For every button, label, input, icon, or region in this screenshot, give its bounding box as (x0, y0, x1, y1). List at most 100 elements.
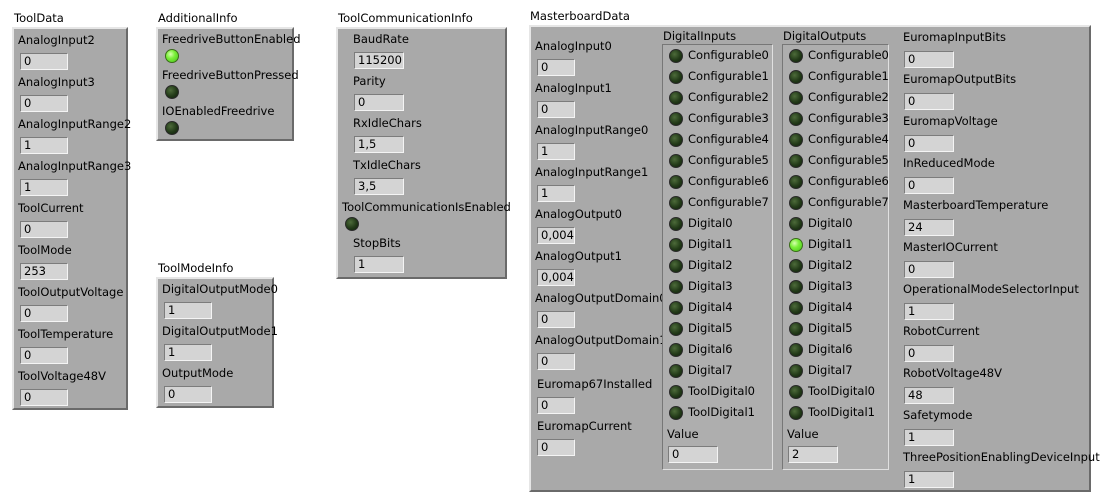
digital-output-configurable2-label: Configurable2 (808, 90, 889, 104)
digital-input-configurable7-led[interactable] (669, 196, 683, 210)
digital-input-configurable6-led[interactable] (669, 175, 683, 189)
analog-input1-field[interactable]: 0 (537, 101, 575, 118)
masterboard-temperature-label: MasterboardTemperature (903, 198, 1049, 212)
analog-input0-field[interactable]: 0 (537, 59, 575, 76)
analog-output1-label: AnalogOutput1 (535, 249, 622, 263)
digital-output-mode0-label: DigitalOutputMode0 (162, 282, 278, 296)
analog-input-range0-field[interactable]: 1 (537, 143, 575, 160)
tool-current-field[interactable]: 0 (20, 221, 68, 238)
euromap67-installed-field[interactable]: 0 (537, 397, 575, 414)
masterboard-temperature-field[interactable]: 24 (904, 219, 954, 236)
analog-output1-field[interactable]: 0,004 (537, 269, 575, 286)
digital-output-digital7-label: Digital7 (808, 363, 853, 377)
digital-input-digital2-led[interactable] (669, 259, 683, 273)
analog-input3-field[interactable]: 0 (20, 95, 68, 112)
digital-output-configurable0-led[interactable] (789, 49, 803, 63)
digital-output-configurable3-led[interactable] (789, 112, 803, 126)
tool-output-voltage-field[interactable]: 0 (20, 305, 68, 322)
euromap-current-field[interactable]: 0 (537, 439, 575, 456)
tool-mode-field[interactable]: 253 (20, 263, 68, 280)
digital-output-configurable4-led[interactable] (789, 133, 803, 147)
freedrive-button-pressed-led[interactable] (165, 85, 179, 99)
analog-input2-field[interactable]: 0 (20, 53, 68, 70)
digital-input-digital5-led[interactable] (669, 322, 683, 336)
analog-output-domain1-field[interactable]: 0 (537, 353, 575, 370)
tool-voltage48-v-field[interactable]: 0 (20, 389, 68, 406)
digital-input-digital2-label: Digital2 (688, 258, 733, 272)
digital-output-digital7-led[interactable] (789, 364, 803, 378)
digital-input-configurable2-led[interactable] (669, 91, 683, 105)
analog-input-range2-field[interactable]: 1 (20, 137, 68, 154)
baud-rate-field[interactable]: 115200 (354, 52, 404, 69)
io-enabled-freedrive-label: IOEnabledFreedrive (162, 104, 275, 118)
master-io-current-field[interactable]: 0 (904, 261, 954, 278)
analog-output-domain0-field[interactable]: 0 (537, 311, 575, 328)
digital-output-configurable2-led[interactable] (789, 91, 803, 105)
euromap-voltage-field[interactable]: 0 (904, 135, 954, 152)
tool-temperature-field[interactable]: 0 (20, 347, 68, 364)
analog-output0-field[interactable]: 0,004 (537, 227, 575, 244)
analog-output-domain0-label: AnalogOutputDomain0 (535, 291, 667, 305)
tool-temperature-label: ToolTemperature (18, 327, 114, 341)
analog-input-range3-field[interactable]: 1 (20, 179, 68, 196)
parity-field[interactable]: 0 (354, 94, 404, 111)
digital-input-configurable3-led[interactable] (669, 112, 683, 126)
digital-input-configurable5-led[interactable] (669, 154, 683, 168)
digital-input-digital3-led[interactable] (669, 280, 683, 294)
digital-output-tool-digital0-label: ToolDigital0 (808, 384, 875, 398)
operational-mode-selector-input-field[interactable]: 1 (904, 303, 954, 320)
euromap-current-label: EuromapCurrent (537, 419, 632, 433)
rx-idle-chars-field[interactable]: 1,5 (354, 136, 404, 153)
digital-output-digital2-led[interactable] (789, 259, 803, 273)
analog-input-range1-field[interactable]: 1 (537, 185, 575, 202)
digital-outputs-title: DigitalOutputs (783, 29, 867, 43)
robot-current-field[interactable]: 0 (904, 345, 954, 362)
digital-input-digital4-led[interactable] (669, 301, 683, 315)
digital-output-configurable5-label: Configurable5 (808, 153, 889, 167)
digital-input-configurable1-led[interactable] (669, 70, 683, 84)
digital-input-digital6-led[interactable] (669, 343, 683, 357)
digital-input-digital0-led[interactable] (669, 217, 683, 231)
digital-outputs-value-field[interactable]: 2 (788, 446, 838, 463)
digital-input-tool-digital1-led[interactable] (669, 406, 683, 420)
digital-output-digital6-led[interactable] (789, 343, 803, 357)
output-mode-field[interactable]: 0 (164, 386, 212, 403)
digital-input-tool-digital0-led[interactable] (669, 385, 683, 399)
analog-input2-label: AnalogInput2 (18, 33, 95, 47)
io-enabled-freedrive-led[interactable] (165, 121, 179, 135)
digital-output-digital1-led[interactable] (789, 238, 803, 252)
digital-output-mode1-field[interactable]: 1 (164, 344, 212, 361)
digital-input-configurable0-led[interactable] (669, 49, 683, 63)
three-position-enabling-device-input-field[interactable]: 1 (904, 471, 954, 488)
digital-output-digital4-led[interactable] (789, 301, 803, 315)
robot-voltage48-v-field[interactable]: 48 (904, 387, 954, 404)
euromap-output-bits-field[interactable]: 0 (904, 93, 954, 110)
digital-output-digital0-led[interactable] (789, 217, 803, 231)
digital-inputs-value-field[interactable]: 0 (668, 446, 718, 463)
digital-input-configurable4-led[interactable] (669, 133, 683, 147)
in-reduced-mode-field[interactable]: 0 (904, 177, 954, 194)
masterboard-data-panel: AnalogInput0 0 AnalogInput1 0 AnalogInputRan… (529, 25, 1100, 492)
digital-input-configurable5-label: Configurable5 (688, 153, 769, 167)
digital-input-digital1-label: Digital1 (688, 237, 733, 251)
tool-communication-is-enabled-led[interactable] (345, 217, 359, 231)
digital-output-configurable5-led[interactable] (789, 154, 803, 168)
digital-output-configurable7-led[interactable] (789, 196, 803, 210)
digital-output-configurable1-led[interactable] (789, 70, 803, 84)
digital-output-configurable6-led[interactable] (789, 175, 803, 189)
digital-input-digital7-led[interactable] (669, 364, 683, 378)
digital-output-tool-digital1-led[interactable] (789, 406, 803, 420)
master-io-current-label: MasterIOCurrent (903, 240, 998, 254)
digital-output-tool-digital0-led[interactable] (789, 385, 803, 399)
digital-output-digital5-led[interactable] (789, 322, 803, 336)
stop-bits-field[interactable]: 1 (354, 256, 404, 273)
tool-output-voltage-label: ToolOutputVoltage (18, 285, 124, 299)
digital-output-mode0-field[interactable]: 1 (164, 302, 212, 319)
freedrive-button-enabled-led[interactable] (165, 49, 179, 63)
freedrive-button-enabled-label: FreedriveButtonEnabled (162, 32, 301, 46)
digital-output-digital3-led[interactable] (789, 280, 803, 294)
euromap-input-bits-field[interactable]: 0 (904, 51, 954, 68)
tx-idle-chars-field[interactable]: 3,5 (354, 178, 404, 195)
safetymode-field[interactable]: 1 (904, 429, 954, 446)
digital-input-digital1-led[interactable] (669, 238, 683, 252)
